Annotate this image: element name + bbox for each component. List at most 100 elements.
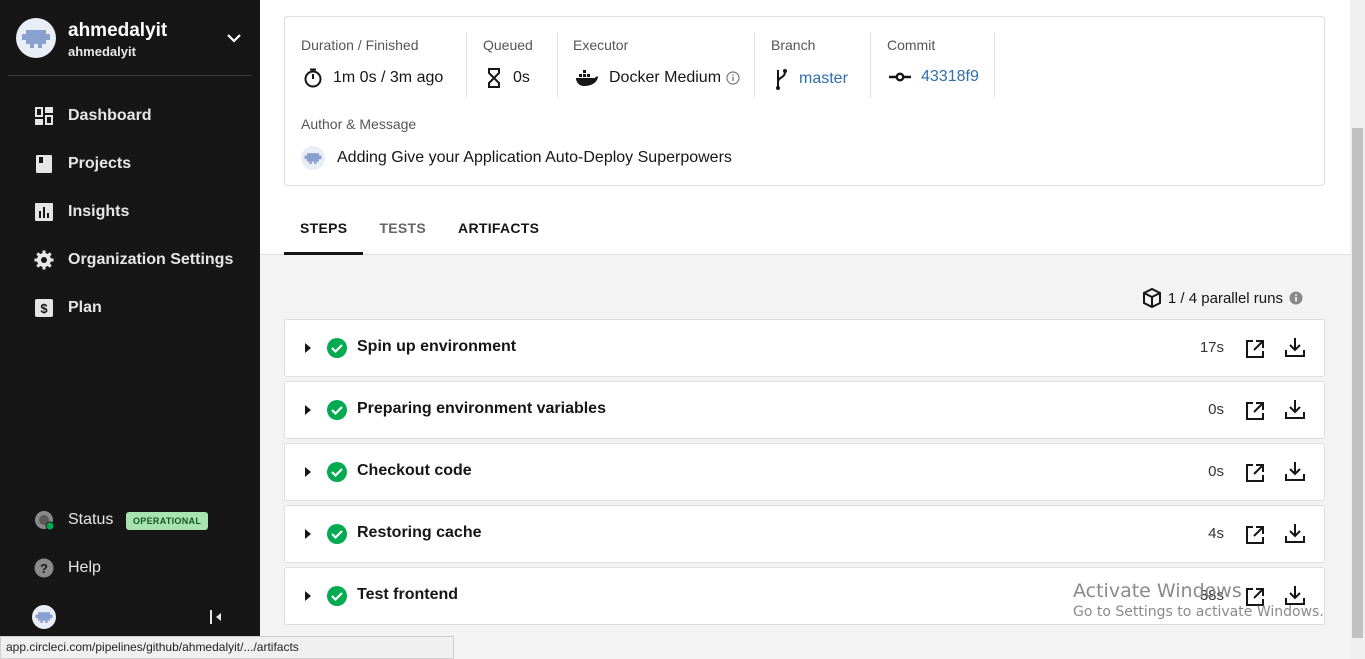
expand-caret-icon[interactable] [305, 405, 311, 415]
dollar-icon: $ [35, 299, 53, 317]
executor-label: Executor [573, 37, 629, 53]
parallel-runs-label: 1 / 4 parallel runs [1167, 289, 1283, 307]
step-row[interactable]: Preparing environment variables 0s [284, 381, 1325, 439]
org-switcher[interactable]: ahmedalyit ahmedalyit [8, 8, 252, 76]
step-duration: 17s [1199, 339, 1224, 356]
org-name: ahmedalyit [68, 20, 168, 41]
projects-icon [36, 155, 52, 173]
user-avatar[interactable] [32, 605, 56, 629]
svg-text:?: ? [40, 561, 48, 576]
cube-icon [1142, 288, 1161, 308]
org-username: ahmedalyit [68, 44, 136, 59]
sidebar-item-label: Status [68, 511, 114, 528]
status-gauge-icon [35, 511, 54, 530]
duration-label: Duration / Finished [301, 37, 419, 53]
step-row[interactable]: Checkout code 0s [284, 443, 1325, 501]
expand-caret-icon[interactable] [305, 343, 311, 353]
step-name: Spin up environment [357, 338, 517, 355]
branch-icon [776, 69, 787, 90]
success-check-icon [327, 586, 347, 606]
duration-value: 1m 0s / 3m ago [333, 69, 444, 86]
hourglass-icon [488, 68, 500, 88]
author-message: Adding Give your Application Auto-Deploy… [301, 146, 732, 170]
step-name: Restoring cache [357, 524, 482, 541]
sidebar-item-label: Dashboard [68, 107, 152, 124]
author-label: Author & Message [301, 116, 417, 132]
insights-icon [35, 203, 53, 221]
info-icon[interactable] [1289, 291, 1303, 305]
branch-meta: Branch master [771, 32, 871, 98]
chevron-down-icon[interactable] [224, 28, 244, 48]
step-duration: 0s [1208, 463, 1224, 480]
org-avatar [16, 18, 56, 58]
success-check-icon [327, 462, 347, 482]
queued-label: Queued [483, 37, 533, 53]
step-name: Test frontend [357, 586, 459, 603]
commit-message: Adding Give your Application Auto-Deploy… [337, 149, 732, 166]
commit-meta: Commit 43318f9 [887, 32, 995, 98]
job-tabs: STEPS TESTS ARTIFACTS [284, 208, 555, 255]
tab-artifacts[interactable]: ARTIFACTS [442, 208, 555, 255]
download-icon[interactable] [1284, 398, 1306, 420]
sidebar-item-label: Help [68, 559, 101, 576]
success-check-icon [327, 400, 347, 420]
scrollbar-thumb[interactable] [1352, 128, 1363, 638]
dashboard-icon [35, 107, 53, 125]
sidebar: ahmedalyit ahmedalyit Dashboard Projects… [0, 0, 260, 659]
branch-label: Branch [771, 37, 816, 53]
sidebar-item-insights[interactable]: Insights [0, 188, 260, 236]
status-badge: OPERATIONAL [126, 512, 209, 530]
success-check-icon [327, 524, 347, 544]
download-icon[interactable] [1284, 460, 1306, 482]
main-content: Duration / Finished 1m 0s / 3m ago Queue… [260, 0, 1350, 659]
tab-steps[interactable]: STEPS [284, 208, 364, 255]
step-row[interactable]: Spin up environment 17s [284, 319, 1325, 377]
download-icon[interactable] [1284, 522, 1306, 544]
executor-value: Docker Medium [609, 69, 722, 86]
svg-text:$: $ [40, 301, 48, 316]
open-external-icon[interactable] [1244, 524, 1266, 546]
help-icon: ? [34, 558, 54, 578]
step-duration: 0s [1208, 401, 1224, 418]
open-external-icon[interactable] [1244, 462, 1266, 484]
commit-label: Commit [887, 37, 936, 53]
executor-meta: Executor Docker Medium [573, 32, 755, 98]
sidebar-item-plan[interactable]: $ Plan [0, 284, 260, 332]
download-icon[interactable] [1284, 336, 1306, 358]
commit-icon [889, 72, 911, 82]
info-icon[interactable] [726, 71, 740, 85]
branch-link[interactable]: master [799, 70, 848, 88]
commit-link[interactable]: 43318f9 [921, 68, 979, 86]
page-scrollbar[interactable] [1350, 0, 1365, 659]
success-check-icon [327, 338, 347, 358]
step-row[interactable]: Restoring cache 4s [284, 505, 1325, 563]
tab-tests[interactable]: TESTS [363, 208, 442, 255]
watermark-title: Activate Windows [1073, 580, 1242, 602]
sidebar-item-label: Projects [68, 155, 132, 172]
queued-meta: Queued 0s [483, 32, 558, 98]
browser-status-url: app.circleci.com/pipelines/github/ahmeda… [0, 636, 454, 659]
sidebar-item-projects[interactable]: Projects [0, 140, 260, 188]
job-info-card: Duration / Finished 1m 0s / 3m ago Queue… [284, 16, 1325, 186]
open-external-icon[interactable] [1244, 400, 1266, 422]
duration-meta: Duration / Finished 1m 0s / 3m ago [301, 32, 467, 98]
parallel-runs[interactable]: 1 / 4 parallel runs [1136, 288, 1309, 308]
stopwatch-icon [304, 68, 322, 88]
gear-icon [34, 250, 54, 270]
activate-windows-watermark: Activate Windows Go to Settings to activ… [1073, 580, 1324, 620]
sidebar-item-dashboard[interactable]: Dashboard [0, 92, 260, 140]
sidebar-item-label: Organization Settings [68, 251, 234, 268]
expand-caret-icon[interactable] [305, 529, 311, 539]
open-external-icon[interactable] [1244, 338, 1266, 360]
sidebar-item-organization-settings[interactable]: Organization Settings [0, 236, 260, 284]
expand-caret-icon[interactable] [305, 591, 311, 601]
queued-value: 0s [513, 69, 530, 86]
step-name: Checkout code [357, 462, 472, 479]
collapse-sidebar-icon[interactable] [206, 607, 226, 627]
expand-caret-icon[interactable] [305, 467, 311, 477]
step-duration: 4s [1208, 525, 1224, 542]
step-name: Preparing environment variables [357, 400, 606, 417]
docker-icon [576, 70, 598, 86]
watermark-subtitle: Go to Settings to activate Windows. [1073, 604, 1324, 620]
sidebar-item-help[interactable]: ? Help [0, 544, 260, 592]
